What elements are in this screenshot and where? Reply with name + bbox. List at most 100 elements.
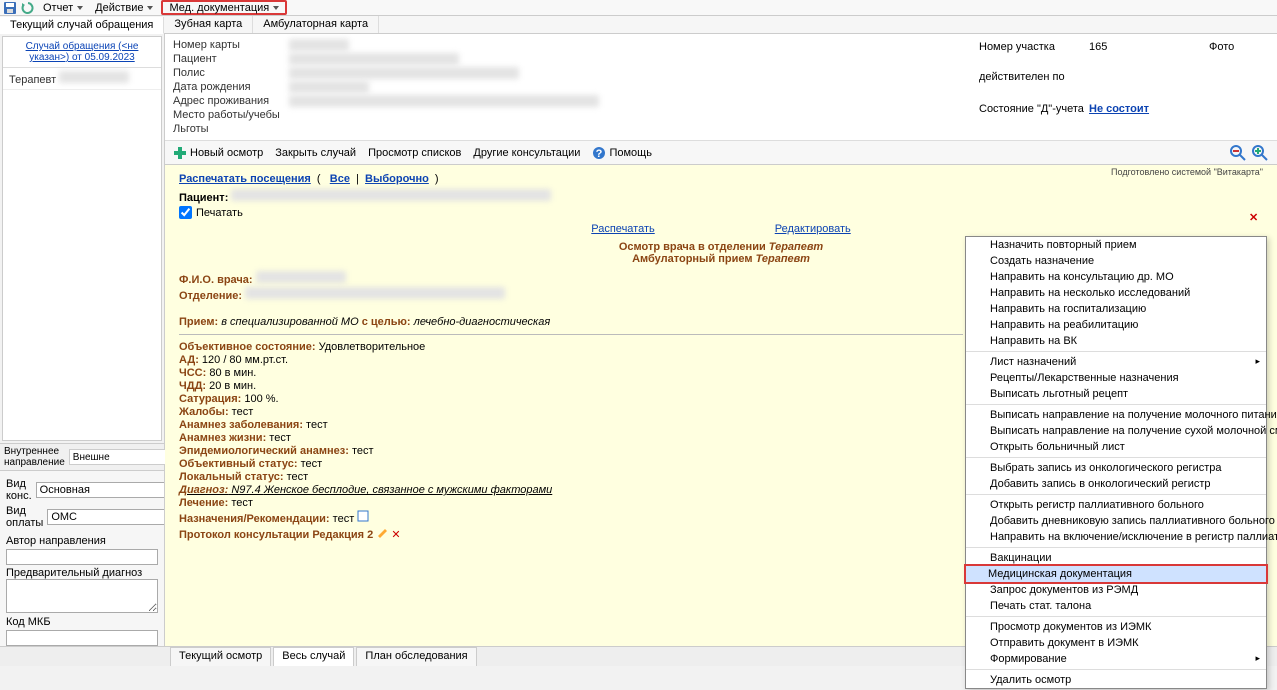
- dob-value: [289, 81, 369, 93]
- new-exam-button[interactable]: Новый осмотр: [173, 146, 263, 160]
- mkb-input[interactable]: [6, 630, 158, 646]
- svg-text:?: ?: [596, 148, 603, 160]
- ctx-item[interactable]: Направить на несколько исследований: [966, 285, 1266, 301]
- dstatus-link[interactable]: Не состоит: [1089, 103, 1149, 115]
- print-links: Распечатать посещения ( Все | Выборочно …: [179, 173, 1263, 185]
- dstatus-label: Состояние "Д"-учета: [979, 103, 1089, 115]
- ctx-item[interactable]: Направить на ВК: [966, 333, 1266, 349]
- edit-link[interactable]: Редактировать: [775, 223, 851, 235]
- ctx-item[interactable]: Добавить запись в онкологический регистр: [966, 476, 1266, 492]
- ctx-item[interactable]: Направить на госпитализацию: [966, 301, 1266, 317]
- top-toolbar: Отчет Действие Мед. документация: [0, 0, 1277, 16]
- save-icon[interactable]: [3, 1, 17, 15]
- chevron-down-icon: [77, 6, 83, 10]
- ctx-item[interactable]: Отправить документ в ИЭМК: [966, 635, 1266, 651]
- action-menu[interactable]: Действие: [91, 2, 157, 14]
- patient-label: Пациент: [173, 53, 289, 65]
- work-label: Место работы/учебы: [173, 109, 289, 121]
- tab-dental[interactable]: Зубная карта: [164, 16, 253, 33]
- ctx-item[interactable]: Открыть больничный лист: [966, 439, 1266, 455]
- ctx-item[interactable]: Формирование: [966, 651, 1266, 667]
- ctx-item[interactable]: Создать назначение: [966, 253, 1266, 269]
- ctx-item[interactable]: Открыть регистр паллиативного больного: [966, 497, 1266, 513]
- referral-form: Вид конс. Вид оплаты Автор направления П…: [0, 471, 164, 646]
- btab-plan[interactable]: План обследования: [356, 647, 476, 666]
- vid-oplaty-label: Вид оплаты: [6, 505, 43, 529]
- action-toolbar: Новый осмотр Закрыть случай Просмотр спи…: [165, 141, 1277, 165]
- ctx-item[interactable]: Печать стат. талона: [966, 598, 1266, 614]
- ctx-item[interactable]: Добавить дневниковую запись паллиативног…: [966, 513, 1266, 529]
- doctor-label: Ф.И.О. врача:: [179, 274, 253, 286]
- author-label: Автор направления: [6, 535, 158, 547]
- uchastok-label: Номер участка: [979, 41, 1089, 53]
- tab-current-case[interactable]: Текущий случай обращения: [0, 17, 164, 34]
- pre-diag-input[interactable]: [6, 579, 158, 613]
- print-checkbox[interactable]: [179, 206, 192, 219]
- tab-ambulatory[interactable]: Амбулаторная карта: [253, 16, 379, 33]
- vid-oplaty-input[interactable]: [47, 509, 164, 525]
- ctx-item[interactable]: Выписать направление на получение сухой …: [966, 423, 1266, 439]
- pre-diag-label: Предварительный диагноз: [6, 567, 158, 579]
- case-link[interactable]: Случай обращения (<не указан>) от 05.09.…: [3, 37, 161, 68]
- dob-label: Дата рождения: [173, 81, 289, 93]
- print-link[interactable]: Распечатать: [591, 223, 654, 235]
- ctx-item[interactable]: Просмотр документов из ИЭМК: [966, 619, 1266, 635]
- ctx-item[interactable]: Выбрать запись из онкологического регист…: [966, 460, 1266, 476]
- ctx-item[interactable]: Рецепты/Лекарственные назначения: [966, 370, 1266, 386]
- ctx-item[interactable]: Запрос документов из РЭМД: [966, 582, 1266, 598]
- polis-label: Полис: [173, 67, 289, 79]
- ctx-item[interactable]: Удалить осмотр: [966, 672, 1266, 688]
- zoom-in-icon[interactable]: [1251, 144, 1269, 162]
- meddoc-menu[interactable]: Мед. документация: [161, 0, 287, 15]
- print-selective-link[interactable]: Выборочно: [365, 173, 429, 185]
- btab-current[interactable]: Текущий осмотр: [170, 647, 271, 666]
- ctx-item[interactable]: Направить на консультацию др. МО: [966, 269, 1266, 285]
- delete-icon[interactable]: ✕: [391, 529, 400, 541]
- context-menu: Назначить повторный приемСоздать назначе…: [965, 236, 1267, 689]
- card-value: [289, 39, 349, 51]
- photo-label: Фото: [1209, 41, 1269, 53]
- ctx-item[interactable]: Медицинская документация: [964, 564, 1268, 584]
- close-icon[interactable]: ✕: [1249, 211, 1263, 225]
- report-menu[interactable]: Отчет: [39, 2, 87, 14]
- author-input[interactable]: [6, 549, 158, 565]
- lgoty-label: Льготы: [173, 123, 289, 135]
- polis-value: [289, 67, 519, 79]
- addr-label: Адрес проживания: [173, 95, 289, 107]
- chevron-down-icon: [273, 6, 279, 10]
- plus-icon: [173, 146, 187, 160]
- mkb-label: Код МКБ: [6, 616, 158, 628]
- help-button[interactable]: ?Помощь: [592, 146, 652, 160]
- patient-header: Номер карты Пациент Полис Дата рождения …: [165, 34, 1277, 141]
- print-visits-link[interactable]: Распечатать посещения: [179, 173, 311, 185]
- edit-icon[interactable]: [376, 526, 388, 538]
- ctx-item[interactable]: Лист назначений: [966, 354, 1266, 370]
- valid-label: действителен по: [979, 71, 1089, 83]
- left-panel: Случай обращения (<не указан>) от 05.09.…: [0, 34, 165, 646]
- patient-text-label: Пациент:: [179, 192, 228, 204]
- visits-list: Случай обращения (<не указан>) от 05.09.…: [2, 36, 162, 441]
- ctx-item[interactable]: Выписать льготный рецепт: [966, 386, 1266, 402]
- view-lists-button[interactable]: Просмотр списков: [368, 147, 461, 159]
- print-all-link[interactable]: Все: [330, 173, 350, 185]
- chevron-down-icon: [147, 6, 153, 10]
- help-icon: ?: [592, 146, 606, 160]
- close-case-button[interactable]: Закрыть случай: [275, 147, 356, 159]
- internal-referral-row: Внутреннее направление ◂ ▸: [0, 443, 164, 471]
- vid-kons-input[interactable]: [36, 482, 164, 498]
- btab-full[interactable]: Весь случай: [273, 647, 354, 666]
- internal-referral-label: Внутреннее направление: [4, 446, 65, 468]
- list-item[interactable]: Терапевт: [3, 68, 161, 90]
- ctx-item[interactable]: Назначить повторный прием: [966, 237, 1266, 253]
- zoom-out-icon[interactable]: [1229, 144, 1247, 162]
- doc-icon[interactable]: [357, 510, 369, 522]
- ctx-item[interactable]: Направить на реабилитацию: [966, 317, 1266, 333]
- addr-value: [289, 95, 599, 107]
- ctx-item[interactable]: Выписать направление на получение молочн…: [966, 407, 1266, 423]
- refresh-icon[interactable]: [21, 1, 35, 15]
- print-checkbox-row[interactable]: Печатать: [179, 206, 1263, 219]
- ctx-item[interactable]: Направить на включение/исключение в реги…: [966, 529, 1266, 545]
- other-consult-button[interactable]: Другие консультации: [473, 147, 580, 159]
- dept-label: Отделение:: [179, 290, 242, 302]
- card-label: Номер карты: [173, 39, 289, 51]
